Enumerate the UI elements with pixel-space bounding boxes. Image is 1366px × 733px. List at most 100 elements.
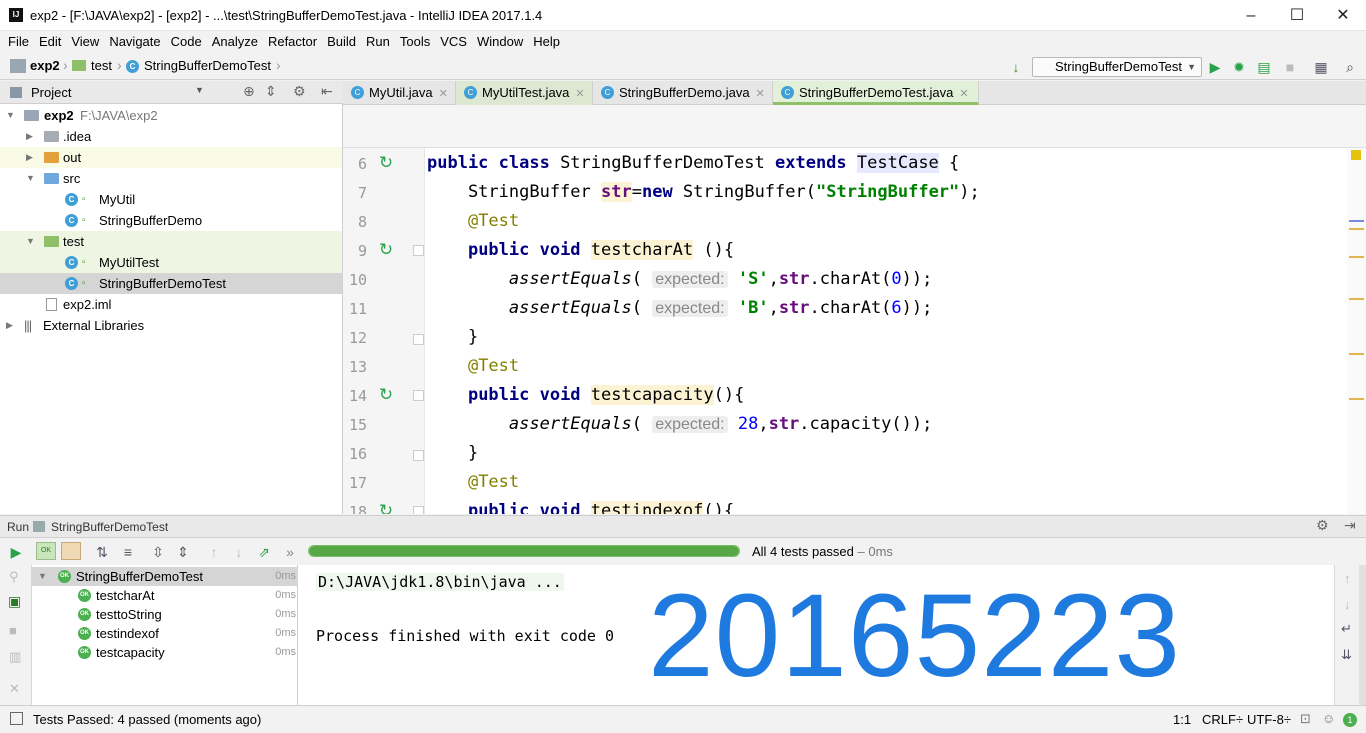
menu-code[interactable]: Code	[166, 31, 207, 53]
tab-stringbufferdemo[interactable]: C StringBufferDemo.java ✕	[593, 81, 773, 105]
test-row[interactable]: OK testcapacity 0ms	[32, 643, 298, 662]
run-test-icon[interactable]: ↻	[376, 385, 396, 405]
gear-icon[interactable]: ⚙	[293, 83, 306, 100]
rerun-icon[interactable]: ▶	[6, 542, 26, 562]
tab-myutil[interactable]: C MyUtil.java ✕	[343, 81, 456, 105]
marker[interactable]	[1349, 298, 1364, 300]
project-structure-icon[interactable]: ▦	[1311, 57, 1331, 77]
collapsed-arrow-icon[interactable]: ▶	[26, 126, 33, 147]
hector-icon[interactable]: ☺	[1322, 711, 1335, 726]
collapse-all-icon[interactable]: ⇕	[265, 83, 277, 100]
menu-edit[interactable]: Edit	[34, 31, 66, 53]
search-icon[interactable]: ⌕	[1340, 57, 1360, 77]
tree-item-stringbufferdemo[interactable]: C ▫ StringBufferDemo	[0, 210, 342, 231]
menu-tools[interactable]: Tools	[395, 31, 435, 53]
tab-stringbufferdemotest[interactable]: C StringBufferDemoTest.java ✕	[773, 81, 979, 105]
coverage-icon[interactable]: ▤	[1254, 57, 1274, 77]
menu-window[interactable]: Window	[472, 31, 528, 53]
warning-marker[interactable]	[1351, 150, 1361, 160]
scroll-from-source-icon[interactable]: ⊕	[243, 83, 255, 100]
project-panel-title[interactable]: Project	[31, 85, 71, 100]
marker[interactable]	[1349, 228, 1364, 230]
menu-help[interactable]: Help	[528, 31, 565, 53]
tree-item-test[interactable]: ▼ test	[0, 231, 342, 252]
up-icon[interactable]: ↑	[1344, 571, 1351, 586]
close-tab-icon[interactable]: ✕	[439, 88, 448, 100]
expand-all-icon[interactable]: ⇳	[148, 542, 168, 562]
caret-position[interactable]: 1:1	[1173, 712, 1191, 727]
tree-item-external-libraries[interactable]: ▶ ||| External Libraries	[0, 315, 342, 336]
expand-arrow-icon[interactable]: ▼	[6, 105, 15, 126]
run-icon[interactable]: ▶	[1205, 57, 1225, 77]
tree-item-exp2[interactable]: ▼ exp2 F:\JAVA\exp2	[0, 105, 342, 126]
hide-panel-icon[interactable]: ⇤	[321, 83, 333, 100]
fold-icon[interactable]	[413, 390, 424, 401]
expand-arrow-icon[interactable]: ▼	[26, 231, 35, 252]
pin-icon[interactable]: ⚲	[9, 569, 19, 585]
collapsed-arrow-icon[interactable]: ▶	[26, 147, 33, 168]
marker[interactable]	[1349, 398, 1364, 400]
stop-icon[interactable]: ■	[9, 623, 17, 638]
show-passed-toggle[interactable]: OK	[36, 542, 56, 560]
fold-icon[interactable]	[413, 506, 424, 514]
scroll-to-end-icon[interactable]: ⇊	[1341, 647, 1352, 663]
export-icon[interactable]: ⇗	[254, 542, 274, 562]
run-test-icon[interactable]: ↻	[376, 501, 396, 514]
restore-layout-icon[interactable]: ▣	[8, 593, 21, 610]
hide-panel-icon[interactable]: ⇥	[1344, 517, 1356, 534]
sort-duration-icon[interactable]: ≡	[118, 542, 138, 562]
close-tab-icon[interactable]: ✕	[959, 88, 968, 100]
gear-icon[interactable]: ⚙	[1316, 517, 1329, 534]
next-icon[interactable]: ↓	[229, 542, 249, 562]
marker[interactable]	[1349, 256, 1364, 258]
menu-analyze[interactable]: Analyze	[207, 31, 263, 53]
menu-vcs[interactable]: VCS	[435, 31, 472, 53]
marker[interactable]	[1349, 353, 1364, 355]
close-button[interactable]: ✕	[1320, 0, 1366, 31]
sort-alpha-icon[interactable]: ⇅	[92, 542, 112, 562]
expand-arrow-icon[interactable]: ▼	[38, 567, 47, 586]
test-suite-row[interactable]: ▼ OK StringBufferDemoTest 0ms	[32, 567, 298, 586]
lock-icon[interactable]: ⊡	[1300, 711, 1311, 727]
test-row[interactable]: OK testcharAt 0ms	[32, 586, 298, 605]
tree-item-stringbufferdemotest[interactable]: C ▫ StringBufferDemoTest	[0, 273, 342, 294]
tree-item-out[interactable]: ▶ out	[0, 147, 342, 168]
maximize-button[interactable]: ☐	[1274, 0, 1320, 31]
error-stripe[interactable]	[1347, 148, 1366, 514]
test-row[interactable]: OK testindexof 0ms	[32, 624, 298, 643]
marker[interactable]	[1349, 220, 1364, 222]
tree-item-myutiltest[interactable]: C ▫ MyUtilTest	[0, 252, 342, 273]
collapse-all-icon[interactable]: ⇕	[173, 542, 193, 562]
crumb-exp2[interactable]: exp2	[30, 58, 60, 73]
previous-icon[interactable]: ↑	[204, 542, 224, 562]
event-log-badge[interactable]: 1	[1343, 713, 1357, 727]
crumb-stringbufferdemotest[interactable]: StringBufferDemoTest	[144, 58, 271, 73]
tree-item-exp2-iml[interactable]: exp2.iml	[0, 294, 342, 315]
code-editor[interactable]: 6 7 8 9 10 11 12 13 14 15 16 17 18 ↻ ↻ ↻…	[343, 148, 1366, 514]
soft-wrap-icon[interactable]: ↵	[1341, 621, 1352, 637]
menu-run[interactable]: Run	[361, 31, 395, 53]
run-panel-label[interactable]: Run	[7, 520, 29, 534]
debug-icon[interactable]: ✹	[1229, 57, 1249, 77]
line-separator[interactable]: CRLF÷	[1202, 712, 1243, 727]
more-icon[interactable]: »	[280, 542, 300, 562]
down-icon[interactable]: ↓	[1344, 597, 1351, 612]
dump-icon[interactable]: ▥	[9, 649, 21, 665]
run-config-tab[interactable]: StringBufferDemoTest	[51, 520, 168, 534]
tool-windows-icon[interactable]	[10, 712, 23, 725]
run-configuration-select[interactable]: StringBufferDemoTest ▼	[1032, 57, 1202, 77]
menu-build[interactable]: Build	[322, 31, 361, 53]
menu-view[interactable]: View	[66, 31, 104, 53]
fold-icon[interactable]	[413, 334, 424, 345]
run-test-icon[interactable]: ↻	[376, 240, 396, 260]
file-encoding[interactable]: UTF-8÷	[1247, 712, 1291, 727]
console-output[interactable]: D:\JAVA\jdk1.8\bin\java ... Process fini…	[298, 565, 1334, 705]
close-tab-icon[interactable]: ✕	[575, 88, 584, 100]
tree-item-idea[interactable]: ▶ .idea	[0, 126, 342, 147]
minimize-button[interactable]: –	[1228, 0, 1274, 31]
scrollbar[interactable]	[1359, 565, 1366, 705]
dropdown-arrow-icon[interactable]: ▼	[195, 85, 204, 95]
tree-item-src[interactable]: ▼ src	[0, 168, 342, 189]
run-test-icon[interactable]: ↻	[376, 153, 396, 173]
expand-arrow-icon[interactable]: ▼	[26, 168, 35, 189]
